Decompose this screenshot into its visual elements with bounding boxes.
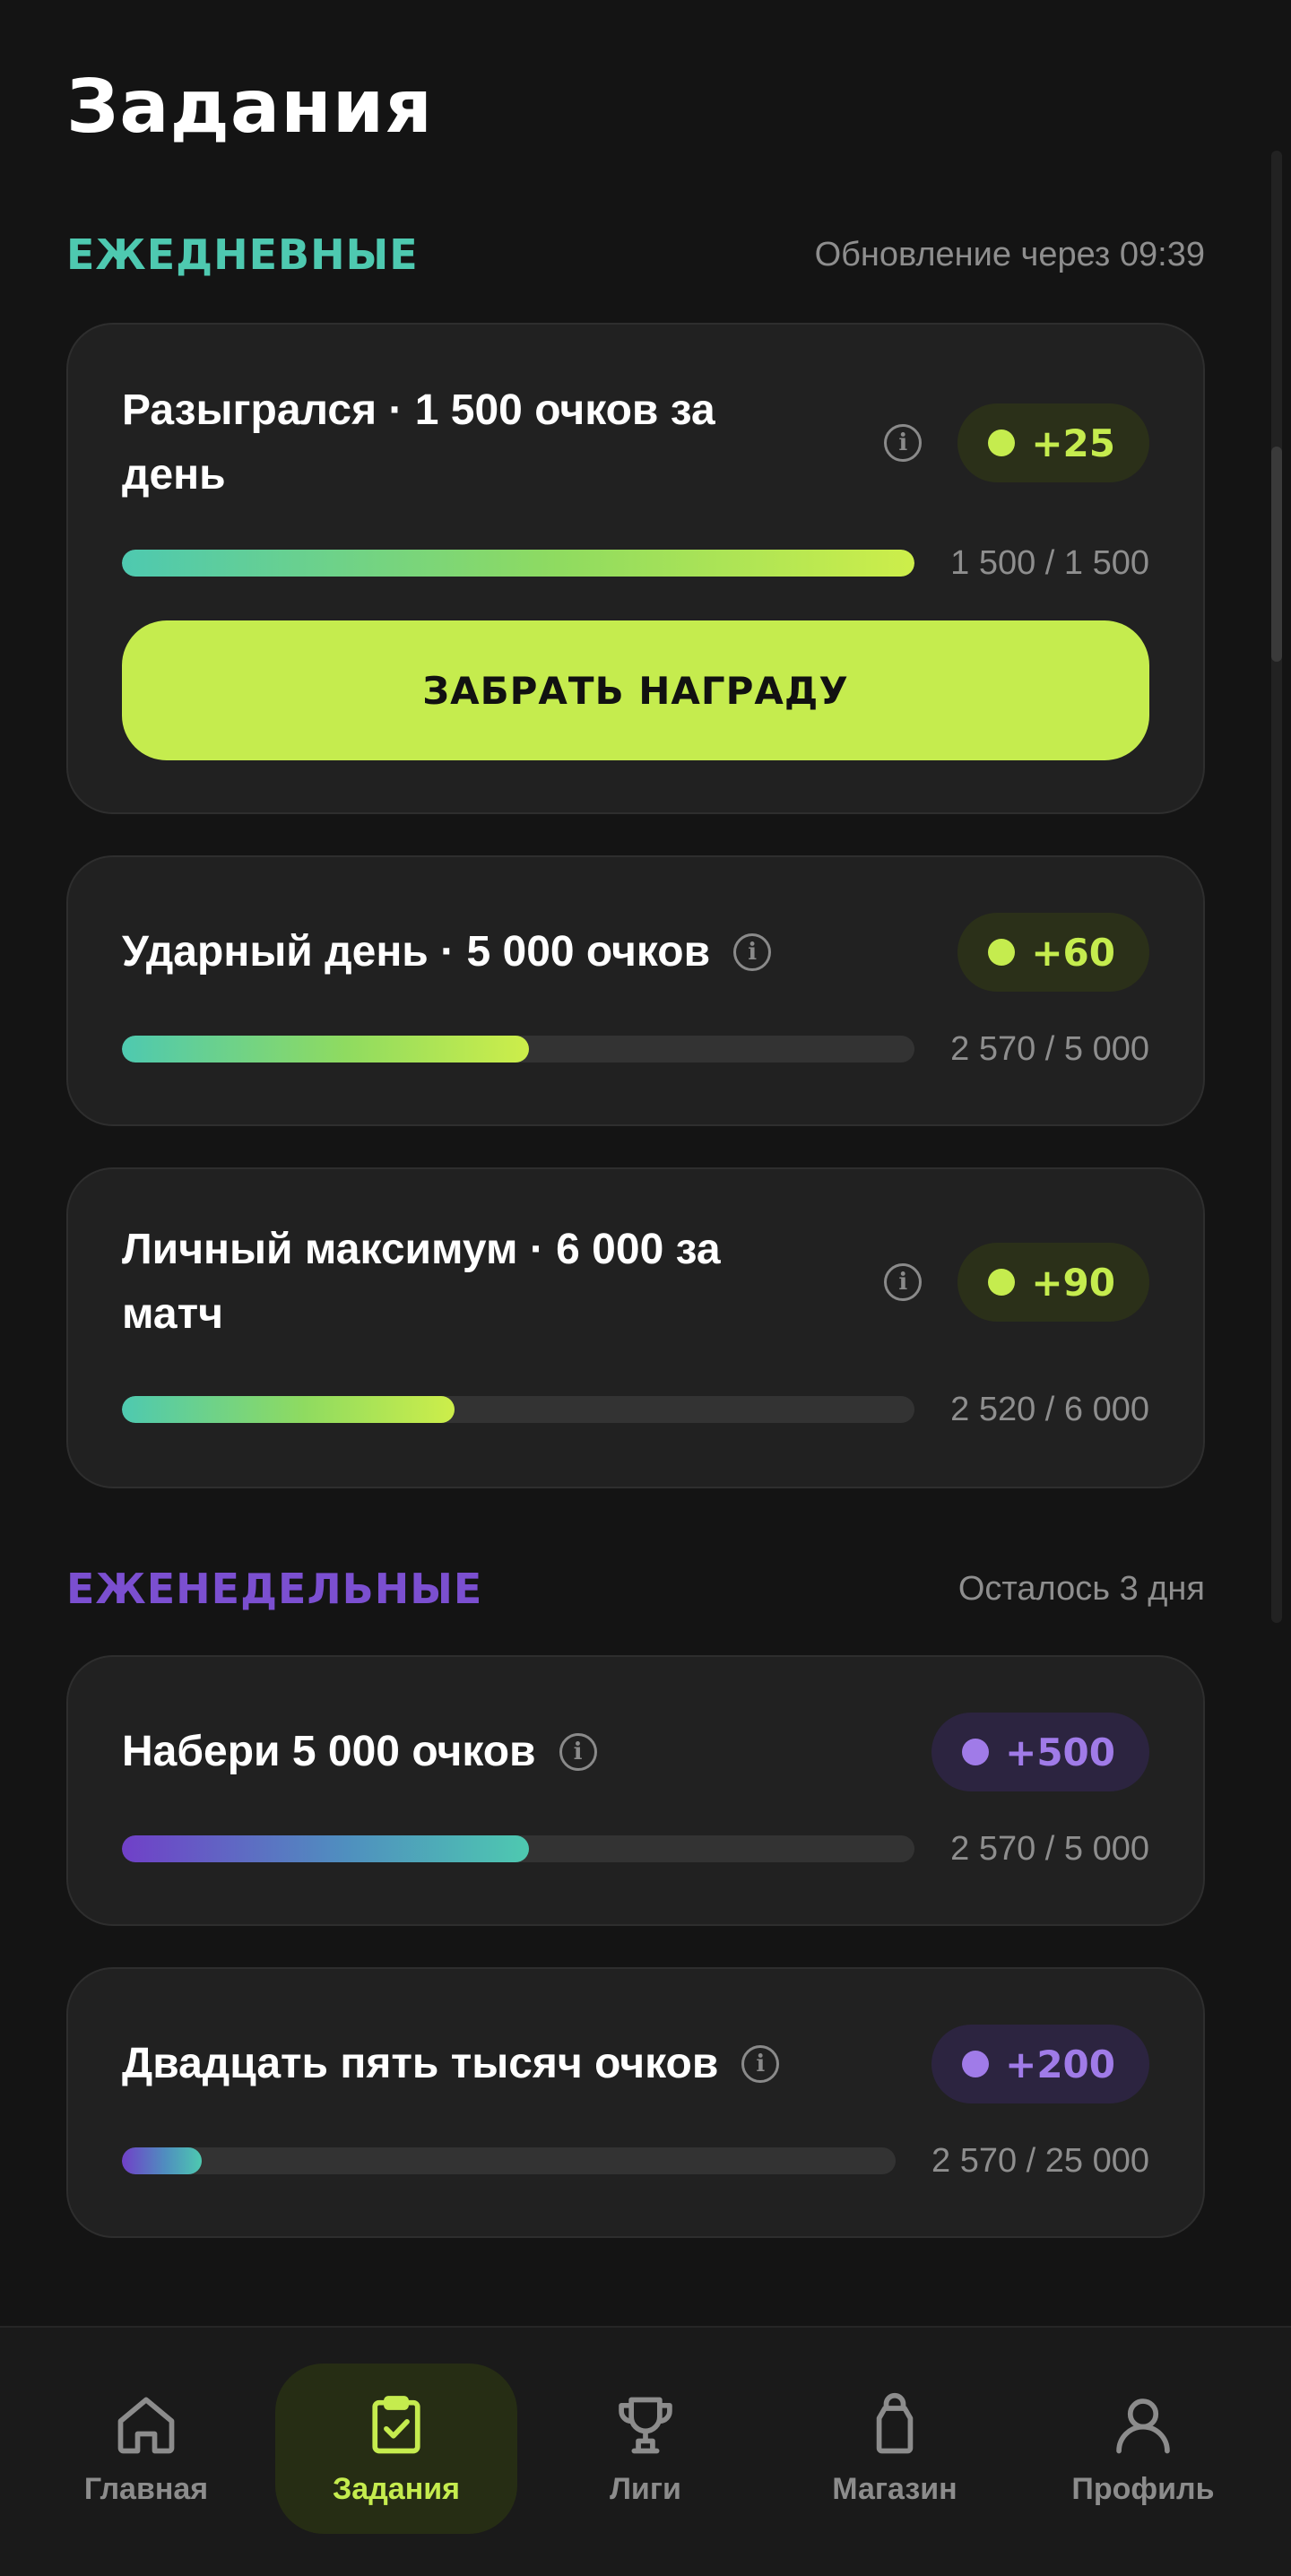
info-icon[interactable]: i [733,933,772,971]
page-title: Задания [66,65,433,150]
info-icon[interactable]: i [884,1263,923,1301]
home-icon [117,2397,175,2453]
progress-track [122,2147,896,2174]
nav-label: Магазин [832,2471,957,2506]
task-card-daily-3: Личный максимум · 6 000 за матч i +90 2 … [66,1167,1205,1488]
trophy-icon [619,2397,672,2453]
gem-dot-icon [962,2051,990,2077]
progress-fill [122,1835,530,1862]
progress-value: 1 500 / 1 500 [950,543,1149,582]
weekly-section-title: ЕЖЕНЕДЕЛЬНЫЕ [66,1565,483,1613]
bottom-navigation: Главная Задания Лиги Магазин Профиль [0,2326,1291,2576]
nav-item-leagues[interactable]: Лиги [524,2364,767,2534]
reward-badge: +25 [957,403,1149,482]
progress-fill [122,1396,455,1423]
claim-reward-button[interactable]: ЗАБРАТЬ НАГРАДУ [122,620,1149,760]
scrollbar[interactable] [1271,151,1282,1623]
daily-section-header: ЕЖЕДНЕВНЫЕ Обновление через 09:39 [66,228,1205,282]
nav-item-tasks[interactable]: Задания [275,2364,517,2534]
progress-value: 2 570 / 5 000 [950,1829,1149,1868]
weekly-time-left: Осталось 3 дня [957,1569,1205,1608]
tasks-screen: Задания ЕЖЕДНЕВНЫЕ Обновление через 09:3… [0,0,1291,2576]
task-card-daily-2: Ударный день · 5 000 очков i +60 2 570 /… [66,855,1205,1126]
task-progress: 2 570 / 5 000 [122,1829,1149,1868]
progress-value: 2 520 / 6 000 [950,1390,1149,1428]
reward-badge: +90 [957,1243,1149,1322]
coin-dot-icon [988,939,1016,966]
daily-section-title: ЕЖЕДНЕВНЫЕ [66,230,419,279]
nav-item-shop[interactable]: Магазин [774,2364,1016,2534]
nav-label: Задания [333,2471,460,2506]
reward-badge: +500 [931,1713,1149,1791]
progress-value: 2 570 / 25 000 [931,2141,1149,2180]
daily-refresh-timer: Обновление через 09:39 [814,235,1205,273]
task-progress: 1 500 / 1 500 [122,543,1149,582]
task-progress: 2 570 / 5 000 [122,1029,1149,1068]
nav-item-profile[interactable]: Профиль [1022,2364,1264,2534]
nav-label: Лиги [610,2471,681,2506]
info-icon[interactable]: i [741,2045,780,2083]
weekly-section-header: ЕЖЕНЕДЕЛЬНЫЕ Осталось 3 дня [66,1562,1205,1616]
task-card-daily-1: Разыгрался · 1 500 очков за день i +25 1… [66,323,1205,814]
progress-track [122,1036,915,1062]
task-title: Набери 5 000 очков [122,1728,536,1775]
progress-track [122,550,915,577]
info-icon[interactable]: i [884,424,923,462]
nav-label: Профиль [1071,2471,1215,2506]
coin-dot-icon [988,1269,1016,1296]
progress-track [122,1835,915,1862]
nav-item-home[interactable]: Главная [25,2364,267,2534]
task-progress: 2 570 / 25 000 [122,2141,1149,2180]
reward-badge: +60 [957,913,1149,992]
shopping-bag-icon [876,2392,914,2453]
nav-label: Главная [83,2471,209,2506]
task-card-weekly-1: Набери 5 000 очков i +500 2 570 / 5 000 [66,1655,1205,1926]
task-title: Разыгрался · 1 500 очков за день [122,386,715,499]
coin-dot-icon [988,429,1016,456]
reward-badge: +200 [931,2025,1149,2103]
task-title: Личный максимум · 6 000 за матч [122,1226,721,1338]
clipboard-check-icon [372,2395,420,2453]
progress-track [122,1396,915,1423]
user-icon [1116,2398,1170,2453]
info-icon[interactable]: i [559,1733,597,1771]
task-card-weekly-2: Двадцать пять тысяч очков i +200 2 570 /… [66,1967,1205,2238]
gem-dot-icon [962,1739,990,1765]
task-progress: 2 520 / 6 000 [122,1390,1149,1428]
progress-fill [122,1036,530,1062]
task-title: Двадцать пять тысяч очков [122,2040,719,2087]
task-title: Ударный день · 5 000 очков [122,928,711,976]
progress-fill [122,2147,202,2174]
progress-fill [122,550,915,577]
scrollbar-thumb[interactable] [1271,447,1282,662]
progress-value: 2 570 / 5 000 [950,1029,1149,1068]
